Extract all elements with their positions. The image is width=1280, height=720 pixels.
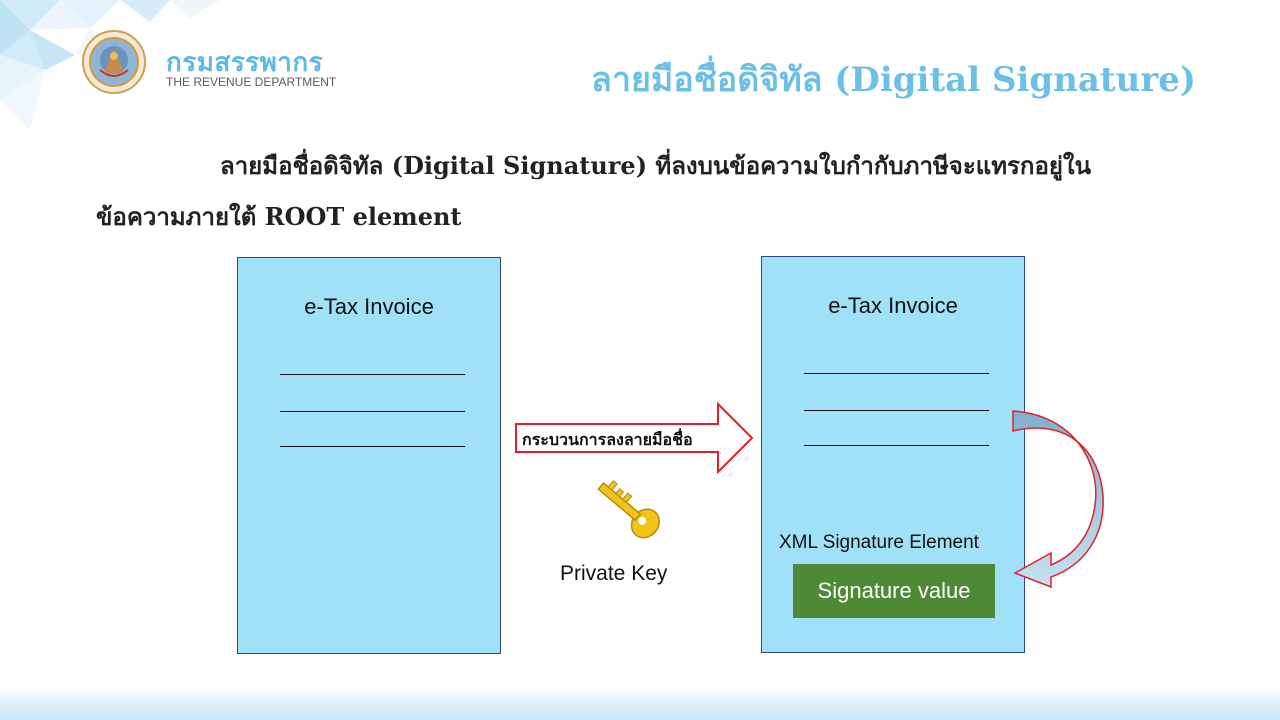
document-text-line (804, 410, 989, 411)
revenue-department-logo: กรมสรรพากร THE REVENUE DEPARTMENT (82, 30, 352, 96)
org-name-english: THE REVENUE DEPARTMENT (166, 75, 337, 89)
signing-process-label: กระบวนการลงลายมือชื่อ (522, 430, 693, 449)
document-text-line (280, 446, 465, 447)
key-icon (597, 480, 660, 539)
private-key-label: Private Key (560, 562, 668, 585)
revenue-department-seal-icon (82, 30, 146, 94)
footer-band (0, 686, 1280, 720)
document-text-line (804, 373, 989, 374)
document-text-line (280, 374, 465, 375)
unsigned-invoice-document: e-Tax Invoice (237, 257, 501, 654)
description-line-2: ข้อความภายใต้ ROOT element (96, 202, 462, 231)
document-title: e-Tax Invoice (828, 293, 958, 318)
document-text-line (804, 445, 989, 446)
curved-insert-arrow (1012, 410, 1104, 589)
document-title: e-Tax Invoice (304, 294, 434, 319)
page-title: ลายมือชื่อดิจิทัล (Digital Signature) (591, 60, 1196, 100)
xml-signature-element-label: XML Signature Element (779, 532, 979, 553)
signature-value-text: Signature value (817, 578, 971, 603)
signature-value-box: Signature value (793, 564, 995, 618)
description-line-1: ลายมือชื่อดิจิทัล (Digital Signature) ที… (220, 151, 1092, 180)
document-text-line (280, 411, 465, 412)
